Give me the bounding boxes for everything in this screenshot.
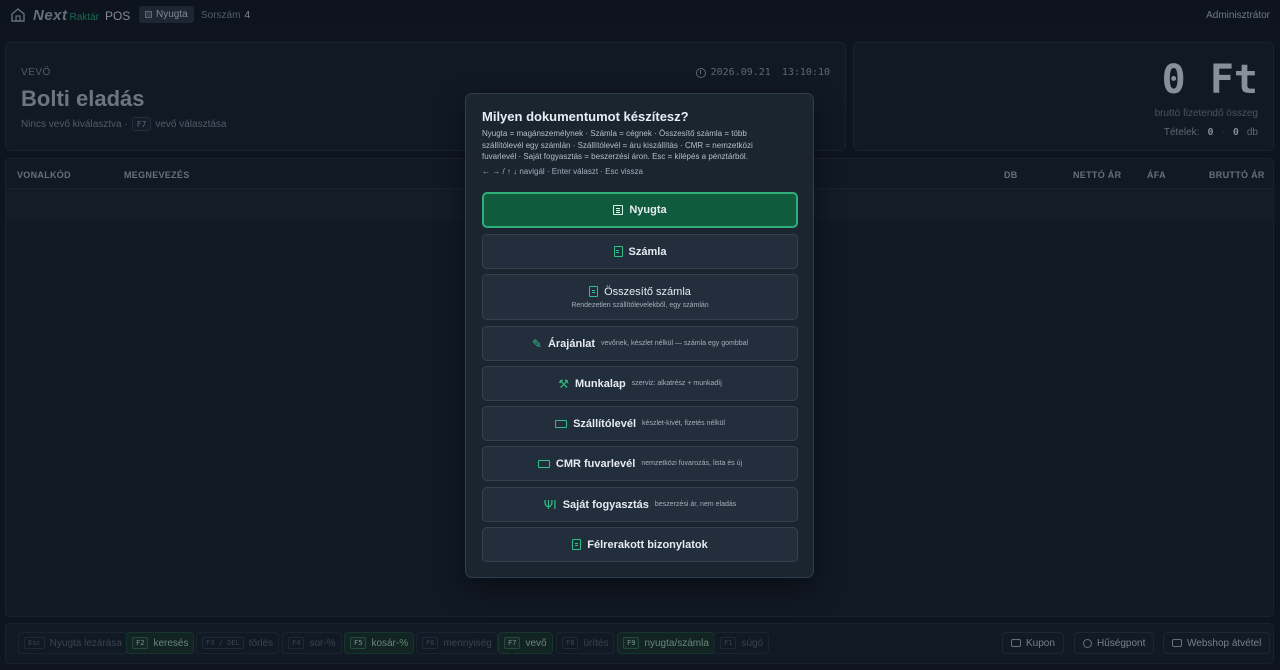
option-osszesito-szamla[interactable]: Összesítő számla Rendezetlen szállítólev… (482, 274, 798, 320)
option-label: Nyugta (629, 204, 667, 216)
option-felrerakott-bizonylatok[interactable]: Félrerakott bizonylatok (482, 527, 798, 562)
summary-invoice-icon (589, 286, 599, 297)
option-label: Összesítő számla (604, 285, 691, 298)
quote-icon: ✎ (531, 336, 542, 351)
dialog-title: Milyen dokumentumot készítesz? (482, 109, 689, 124)
parked-document-icon (572, 539, 582, 550)
option-szamla[interactable]: Számla (482, 234, 798, 269)
document-type-dialog: Milyen dokumentumot készítesz? Nyugta = … (465, 93, 814, 578)
dialog-description: Nyugta = magánszemélynek · Számla = cégn… (482, 129, 753, 161)
option-munkalap[interactable]: ⚒ Munkalap szerviz: alkatrész + munkadíj (482, 366, 798, 401)
wrench-icon: ⚒ (558, 376, 569, 391)
option-nyugta[interactable]: Nyugta (482, 192, 798, 228)
truck-icon (555, 419, 568, 428)
option-note: szerviz: alkatrész + munkadíj (631, 380, 722, 387)
option-cmr-fuvarlevel[interactable]: CMR fuvarlevél nemzetközi fuvarozás, lis… (482, 446, 798, 481)
option-szallitolevel[interactable]: Szállítólevél készlet-kivét, fizetés nél… (482, 406, 798, 441)
option-label: Félrerakott bizonylatok (587, 538, 708, 551)
option-label: Munkalap (574, 377, 626, 390)
option-sajat-fogyasztas[interactable]: ΨΙ Saját fogyasztás beszerzési ár, nem e… (482, 487, 798, 522)
option-label: Árajánlat (547, 337, 596, 350)
option-note: nemzetközi fuvarozás, lista és új (641, 460, 743, 467)
option-note: Rendezetlen szállítólevelekből, egy szám… (571, 301, 709, 309)
receipt-icon (613, 205, 624, 215)
option-note: készlet-kivét, fizetés nélkül (642, 420, 725, 427)
option-label: Szállítólevél (573, 417, 637, 430)
option-note: vevőnek, készlet nélkül — számla egy gom… (601, 340, 749, 347)
option-arajanlat[interactable]: ✎ Árajánlat vevőnek, készlet nélkül — sz… (482, 326, 798, 361)
cmr-truck-icon (537, 459, 550, 468)
option-row: Összesítő számla (589, 286, 691, 298)
invoice-icon (613, 246, 623, 257)
dialog-nav-hint: ← → / ↑ ↓ navigál · Enter választ · Esc … (482, 167, 643, 176)
option-label: CMR fuvarlevél (555, 457, 636, 470)
fork-knife-icon: ΨΙ (543, 497, 557, 512)
option-label: Számla (628, 245, 667, 258)
option-note: beszerzési ár, nem eladás (654, 501, 737, 508)
option-label: Saját fogyasztás (562, 498, 649, 511)
